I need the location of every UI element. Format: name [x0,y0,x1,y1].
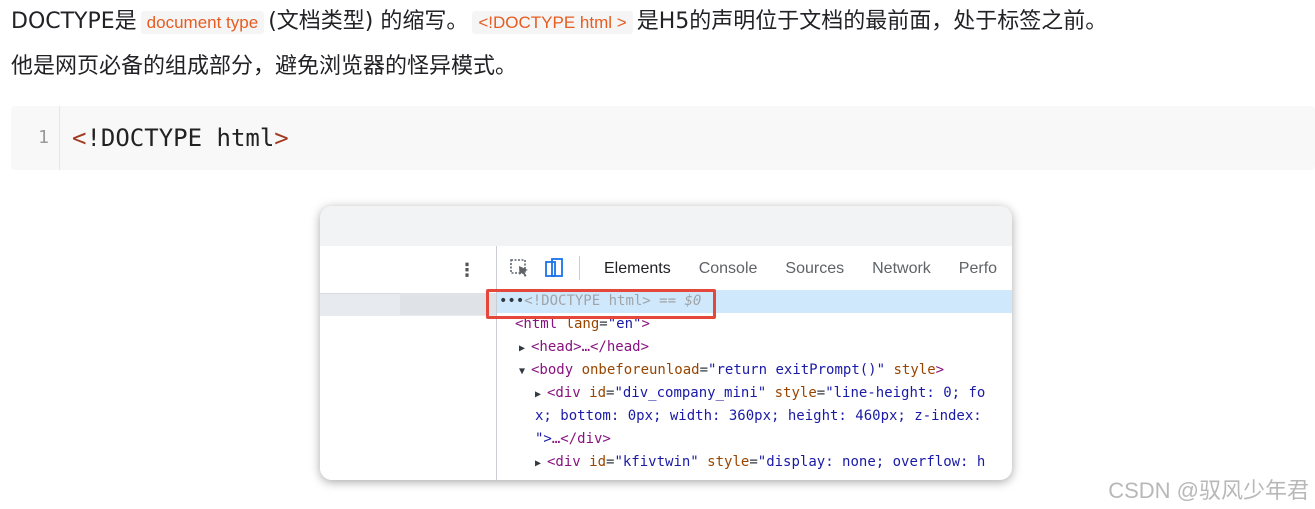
expand-triangle-icon[interactable]: ▶ [535,452,547,475]
browser-top-bar [320,206,1012,246]
div-close-tag: …</div> [551,431,611,447]
toolbar-separator [579,256,580,280]
body-style-attr: style [885,362,936,378]
div-style-attr: style [766,385,817,401]
code-block: 1 <!DOCTYPE html> [11,106,1315,170]
div2-style-attr: style [698,454,750,470]
div-style-value: "line-height: 0; fo [825,385,986,401]
div-open-tag: <div [547,385,590,401]
code-doctype: !DOCTYPE html [86,124,275,152]
expand-triangle-icon[interactable]: ▶ [519,337,531,360]
div2-id-value: "kfivtwin" [614,454,699,470]
div-id-value: "div_company_mini" [614,385,767,401]
article-content: DOCTYPE是 document type (文档类型) 的缩写。 <!DOCTYP… [11,0,1311,89]
div-style-eq: = [816,385,826,401]
text-doctype-position: 是H5的声明位于文档的最前面，处于标签之前。 [636,9,1108,34]
code-gt: > [274,124,289,152]
inline-code-document-type: document type [140,11,265,34]
tree-row-body[interactable]: ▼ <body onbeforeunload="return exitPrompt… [497,359,1012,382]
text-doctype-abbr: (文档类型) 的缩写。 [268,9,469,34]
div-style-value-end: "> [535,431,552,447]
tree-row-div-kfivtwin[interactable]: ▶ <div id="kfivtwin" style="display: none… [497,451,1012,474]
code-line: <!DOCTYPE html> [60,124,289,152]
line-number: 1 [11,106,60,170]
more-options-icon[interactable]: ⋮ [458,260,476,281]
paragraph-2: 他是网页必备的组成部分，避免浏览器的怪异模式。 [11,54,518,79]
collapse-triangle-icon[interactable]: ▼ [519,360,531,383]
tab-elements[interactable]: Elements [590,246,685,291]
tab-console[interactable]: Console [685,246,772,290]
tree-row-div-company-end: ">…</div> [497,428,1012,451]
tab-performance[interactable]: Perfo [945,246,1011,290]
tab-network[interactable]: Network [858,246,945,290]
div2-style-eq: = [749,454,758,470]
tree-row-div-company[interactable]: ▶ <div id="div_company_mini" style="line-… [497,382,1012,405]
devtools-left-pane: ⋮ [320,246,497,480]
div2-open-tag: <div [547,454,590,470]
left-pane-selected-strip-dark [400,293,496,315]
tree-row-head[interactable]: ▶ <head>…</head> [497,336,1012,359]
tree-row-div-company-cont: x; bottom: 0px; width: 360px; height: 46… [497,405,1012,428]
div-style-value-cont: x; bottom: 0px; width: 360px; height: 46… [535,408,982,424]
body-onbeforeunload-attr: onbeforeunload [581,362,700,378]
tab-sources[interactable]: Sources [771,246,858,290]
inline-code-doctype-html: <!DOCTYPE html > [472,11,633,34]
inspect-element-icon[interactable] [509,257,531,279]
code-lt: < [72,124,87,152]
devtools-screenshot: ⋮ Elements Console Sources Network Perfo… [320,206,1012,480]
body-onbeforeunload-value: "return exitPrompt()" [708,362,886,378]
expand-triangle-icon[interactable]: ▶ [535,383,547,406]
body-attr-eq: = [699,362,709,378]
watermark: CSDN @驭风少年君 [1108,478,1309,503]
div2-id-attr: id [589,454,607,470]
body-close-bracket: > [935,362,945,378]
paragraph-1: DOCTYPE是 document type (文档类型) 的缩写。 <!DOCTYP… [11,0,1311,45]
devtools-toolbar: Elements Console Sources Network Perfo [497,246,1012,291]
div-id-attr: id [589,385,607,401]
div2-style-value: "display: none; overflow: h [757,454,986,470]
head-node: <head>…</head> [531,339,650,355]
device-toolbar-icon[interactable] [543,257,565,279]
text-doctype-intro: DOCTYPE是 [11,9,137,34]
body-open-tag: <body [531,362,582,378]
doctype-highlight-box [486,289,716,319]
